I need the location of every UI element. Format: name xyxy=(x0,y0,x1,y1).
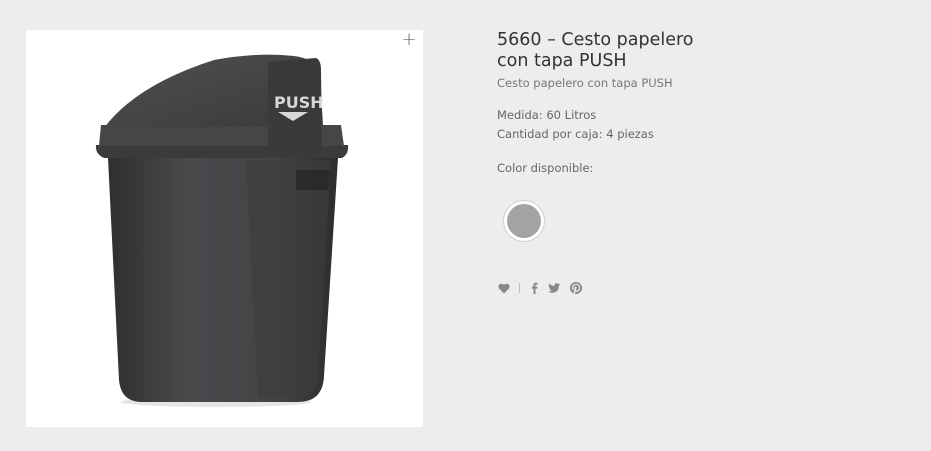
product-summary: 5660 – Cesto papelero con tapa PUSH Cest… xyxy=(497,30,757,294)
product-specs: Medida: 60 Litros Cantidad por caja: 4 p… xyxy=(497,106,757,144)
heart-icon[interactable] xyxy=(497,281,511,295)
color-label: Color disponible: xyxy=(497,161,594,175)
share-bar xyxy=(497,281,583,295)
facebook-icon[interactable] xyxy=(527,281,541,295)
push-label: PUSH xyxy=(274,93,324,112)
spec-quantity: Cantidad por caja: 4 piezas xyxy=(497,127,654,141)
product-title-line2: con tapa PUSH xyxy=(497,51,627,71)
zoom-plus-icon[interactable]: + xyxy=(401,31,417,49)
twitter-icon[interactable] xyxy=(547,281,561,295)
product-gallery: PUSH + xyxy=(26,30,423,427)
spec-measure: Medida: 60 Litros xyxy=(497,108,597,122)
color-swatch-fill xyxy=(507,204,541,238)
product-title: 5660 – Cesto papelero con tapa PUSH xyxy=(497,30,757,72)
share-divider xyxy=(519,283,520,293)
color-swatch-gray[interactable] xyxy=(504,201,544,241)
product-image[interactable]: PUSH xyxy=(26,30,423,427)
product-title-line1: 5660 – Cesto papelero xyxy=(497,30,694,50)
product-subtitle: Cesto papelero con tapa PUSH xyxy=(497,76,673,90)
pinterest-icon[interactable] xyxy=(569,281,583,295)
